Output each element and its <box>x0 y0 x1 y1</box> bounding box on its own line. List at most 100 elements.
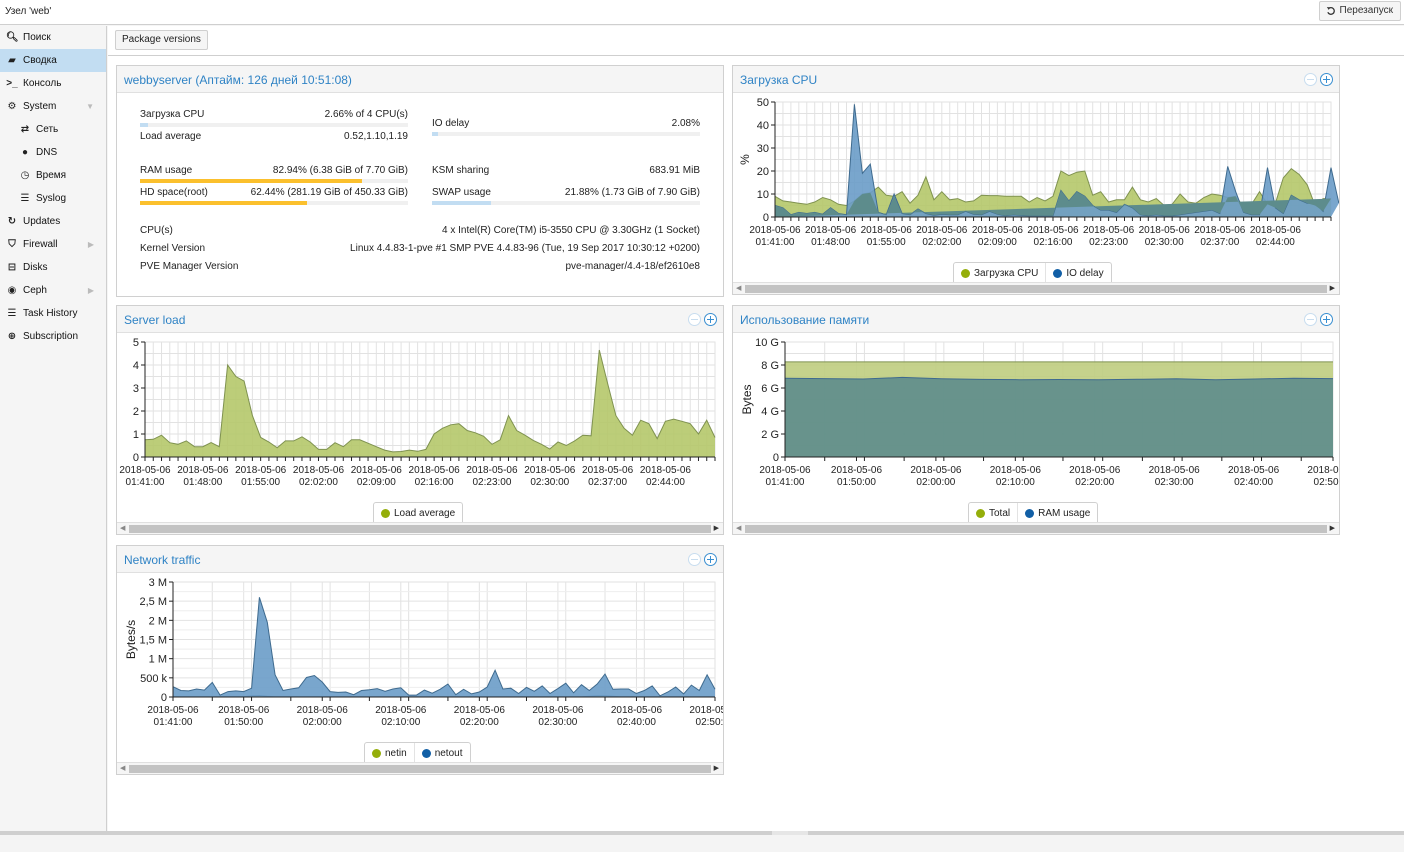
zoom-in-icon[interactable] <box>1320 73 1333 86</box>
ram-usage-bar <box>140 179 408 183</box>
y-tick-label: 8 G <box>761 360 779 372</box>
y-tick-label: 1 <box>133 429 139 441</box>
y-axis-label: % <box>738 154 752 165</box>
scrollbar-thumb[interactable] <box>745 525 1327 533</box>
legend-item-load-average[interactable]: Load average <box>374 503 462 524</box>
sidebar-item-task-history[interactable]: ☰ Task History <box>0 302 106 325</box>
y-tick-label: 500 k <box>140 673 167 685</box>
panel-tools <box>688 553 717 566</box>
cpu-horizontal-scrollbar[interactable]: ◀ ▶ <box>733 282 1339 294</box>
x-tick-label-time: 02:00:00 <box>303 717 342 728</box>
x-tick-label-time: 02:16:00 <box>415 477 454 488</box>
scroll-left-icon[interactable]: ◀ <box>736 524 741 532</box>
chevron-down-icon[interactable]: ▼ <box>86 95 94 118</box>
legend-item-загрузка-cpu[interactable]: Загрузка CPU <box>954 263 1047 284</box>
undo-icon <box>1326 6 1335 15</box>
memory-horizontal-scrollbar[interactable]: ◀ ▶ <box>733 522 1339 534</box>
top-bar: Узел 'web' Перезапуск <box>0 0 1404 25</box>
sidebar-item-subscription[interactable]: ⊕ Subscription <box>0 325 106 348</box>
load-panel-header: Server load <box>117 306 723 333</box>
hdd-icon: ⊟ <box>7 262 17 273</box>
sidebar-item-updates[interactable]: ↻ Updates <box>0 210 106 233</box>
scroll-right-icon[interactable]: ▶ <box>714 764 719 772</box>
x-tick-label-time: 02:00:00 <box>916 477 955 488</box>
scroll-right-icon[interactable]: ▶ <box>714 524 719 532</box>
kernel-version-value: Linux 4.4.83-1-pve #1 SMP PVE 4.4.83-96 … <box>350 243 700 254</box>
scroll-left-icon[interactable]: ◀ <box>120 524 125 532</box>
sidebar-item-disks[interactable]: ⊟ Disks <box>0 256 106 279</box>
zoom-in-icon[interactable] <box>1320 313 1333 326</box>
refresh-icon: ↻ <box>7 216 17 227</box>
zoom-out-icon[interactable] <box>1304 313 1317 326</box>
load-horizontal-scrollbar[interactable]: ◀ ▶ <box>117 522 723 534</box>
memory-chart-title: Использование памяти <box>740 313 870 327</box>
globe-icon: ● <box>21 147 29 158</box>
sidebar-item-label: Syslog <box>36 193 67 204</box>
scroll-right-icon[interactable]: ▶ <box>1330 284 1335 292</box>
search-icon: 🔍︎ <box>6 32 19 43</box>
sidebar-item-label: Ceph <box>23 285 47 296</box>
zoom-in-icon[interactable] <box>704 313 717 326</box>
sidebar-item-время[interactable]: ◷ Время <box>0 164 106 187</box>
sidebar-item-консоль[interactable]: >_ Консоль <box>0 72 106 95</box>
scrollbar-thumb[interactable] <box>129 525 711 533</box>
x-tick-label-time: 01:41:00 <box>766 477 805 488</box>
x-tick-label-time: 02:30:00 <box>530 477 569 488</box>
sidebar-item-ceph[interactable]: ◉ Ceph ▶ <box>0 279 106 302</box>
sidebar-item-сеть[interactable]: ⇄ Сеть <box>0 118 106 141</box>
series-area-netout[interactable] <box>173 597 715 697</box>
x-tick-label-time: 02:44:00 <box>646 477 685 488</box>
network-horizontal-scrollbar[interactable]: ◀ ▶ <box>117 762 723 774</box>
scrollbar-thumb[interactable] <box>745 285 1327 293</box>
legend-marker-icon <box>976 509 985 518</box>
x-tick-label-date: 2018-05-06 <box>972 225 1024 236</box>
legend-item-total[interactable]: Total <box>969 503 1019 524</box>
ksm-sharing-label: KSM sharing <box>432 165 490 176</box>
series-area-ram-usage[interactable] <box>785 377 1333 457</box>
legend-label: Загрузка CPU <box>974 267 1039 279</box>
ram-usage-label: RAM usage <box>140 165 193 176</box>
sidebar-item-поиск[interactable]: 🔍︎ Поиск <box>0 26 106 49</box>
chevron-right-icon[interactable]: ▶ <box>88 279 94 302</box>
scroll-left-icon[interactable]: ◀ <box>120 764 125 772</box>
zoom-out-bar <box>691 559 698 560</box>
sidebar-item-label: Время <box>36 170 67 181</box>
package-versions-button[interactable]: Package versions <box>115 30 208 50</box>
restart-button[interactable]: Перезапуск <box>1318 1 1401 21</box>
sidebar-item-system[interactable]: ⚙ System ▼ <box>0 95 106 118</box>
hd-space-value: 62.44% (281.19 GiB of 450.33 GiB) <box>250 187 408 198</box>
zoom-in-icon[interactable] <box>704 553 717 566</box>
scroll-right-icon[interactable]: ▶ <box>1330 524 1335 532</box>
swap-usage-bar-fill <box>432 201 491 205</box>
y-tick-label: 50 <box>757 97 769 109</box>
legend-item-io-delay[interactable]: IO delay <box>1046 263 1110 284</box>
scrollbar-thumb[interactable] <box>129 765 711 773</box>
sidebar-item-сводка[interactable]: ▰ Сводка <box>0 49 106 72</box>
scroll-left-icon[interactable]: ◀ <box>736 284 741 292</box>
status-panel-title: webbyserver (Аптайм: 126 дней 10:51:08) <box>124 73 352 87</box>
y-tick-label: 2 G <box>761 429 779 441</box>
chevron-right-icon[interactable]: ▶ <box>88 233 94 256</box>
clock-icon: ◷ <box>20 170 30 181</box>
zoom-out-icon[interactable] <box>1304 73 1317 86</box>
legend-item-ram-usage[interactable]: RAM usage <box>1018 503 1097 524</box>
y-tick-label: 0 <box>773 452 779 464</box>
sidebar-item-label: System <box>23 101 57 112</box>
x-tick-label-date: 2018-05-06 <box>235 465 287 476</box>
legend-item-netin[interactable]: netin <box>365 743 415 764</box>
cpu-usage-label: Загрузка CPU <box>140 109 205 120</box>
y-tick-label: 2 <box>133 406 139 418</box>
zoom-out-icon[interactable] <box>688 313 701 326</box>
sidebar-item-firewall[interactable]: ⛉ Firewall ▶ <box>0 233 106 256</box>
legend-item-netout[interactable]: netout <box>415 743 470 764</box>
y-tick-label: 20 <box>757 166 769 178</box>
sidebar-item-syslog[interactable]: ☰ Syslog <box>0 187 106 210</box>
zoom-out-icon[interactable] <box>688 553 701 566</box>
cpu-panel-header: Загрузка CPU <box>733 66 1339 93</box>
y-axis-label: Bytes <box>740 384 754 414</box>
list-icon: ☰ <box>20 193 30 204</box>
zoom-in-vbar <box>1326 76 1327 83</box>
y-tick-label: 10 G <box>755 337 779 349</box>
sidebar-item-dns[interactable]: ● DNS <box>0 141 106 164</box>
x-tick-label-time: 02:02:00 <box>299 477 338 488</box>
